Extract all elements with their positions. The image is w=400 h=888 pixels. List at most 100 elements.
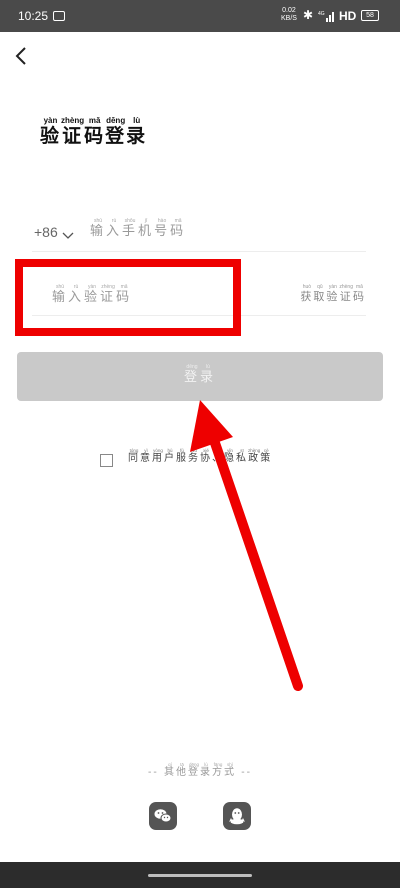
ruby-char: 证zhèng	[339, 284, 353, 303]
pinyin: dēng	[105, 116, 127, 125]
signal-label: 4G	[318, 11, 325, 17]
ruby-char: 码mǎ	[84, 116, 106, 147]
pinyin: shì	[224, 762, 236, 767]
ruby-char: 登dēng	[105, 116, 127, 147]
ruby-char: 证zhèng	[61, 116, 85, 147]
ruby-char: 验yàn	[40, 116, 62, 147]
status-bar: 10:25 0.02 KB/S ✱ 4G HD 58	[0, 0, 400, 32]
pinyin: qǔ	[313, 284, 327, 290]
pinyin: shū	[90, 218, 106, 224]
other-login-prefix: --	[148, 767, 159, 778]
pinyin: cè	[260, 448, 273, 453]
pinyin: dēng	[188, 762, 200, 767]
pinyin: rù	[106, 218, 123, 224]
annotation-highlight-box	[15, 259, 241, 336]
qq-login-button[interactable]	[223, 802, 251, 830]
net-speed-unit: KB/S	[281, 15, 297, 22]
ruby-char: 私sī	[236, 448, 248, 464]
ruby-char: 隐yǐn	[224, 448, 236, 464]
pinyin: mǎ	[353, 284, 366, 290]
get-code-button[interactable]: 获huò取qǔ验yàn证zhèng码mǎ	[300, 284, 366, 304]
wechat-icon	[154, 809, 172, 823]
pinyin: fāng	[212, 762, 224, 767]
ruby-char: 务wù	[188, 448, 200, 464]
agreement-text[interactable]: 同tóng意yì用yòng户hù服fú务wù协xié、隐yǐn私sī政zhèng…	[128, 448, 272, 464]
ruby-char: 协xié	[200, 448, 212, 464]
home-gesture-bar[interactable]	[148, 874, 252, 877]
pinyin: lù	[200, 762, 212, 767]
ruby-char: 验yàn	[326, 284, 340, 303]
qq-icon	[229, 808, 245, 825]
ruby-char: 同tóng	[128, 448, 140, 464]
ruby-char: 方fāng	[212, 762, 224, 778]
pinyin: lù	[200, 364, 216, 370]
ruby-char: 策cè	[260, 448, 273, 464]
notification-icon	[53, 11, 65, 21]
ruby-char: 式shì	[224, 762, 236, 778]
pinyin: xié	[200, 448, 212, 453]
phone-row: +86 输shū入rù手shǒu机jī号hào码mǎ	[32, 218, 366, 252]
back-button[interactable]	[10, 42, 36, 70]
pinyin: zhèng	[61, 116, 85, 125]
pinyin: yì	[140, 448, 152, 453]
pinyin: fú	[176, 448, 188, 453]
page-title: 验yàn证zhèng码mǎ登dēng录lù	[40, 116, 147, 148]
ruby-char: 户hù	[164, 448, 176, 464]
ruby-char: 取qǔ	[313, 284, 327, 303]
status-time: 10:25	[18, 9, 49, 23]
pinyin: zhèng	[248, 448, 261, 453]
pinyin: yǐn	[224, 448, 236, 453]
other-login-text: 其qí他tā登dēng录lù方fāng式shì	[164, 762, 236, 778]
net-speed: 0.02 KB/S	[281, 7, 297, 23]
pinyin: sī	[236, 448, 248, 453]
ruby-char: 政zhèng	[248, 448, 261, 464]
other-login-suffix: --	[241, 767, 252, 778]
pinyin: wù	[188, 448, 200, 453]
ruby-char: 录lù	[200, 762, 212, 778]
ruby-char: 码mǎ	[170, 218, 187, 239]
battery-level: 58	[366, 12, 374, 19]
other-login-label: -- 其qí他tā登dēng录lù方fāng式shì --	[0, 762, 400, 778]
ruby-char: 录lù	[200, 364, 217, 385]
ruby-char: 入rù	[106, 218, 123, 239]
ruby-char: 意yì	[140, 448, 152, 464]
pinyin: dēng	[183, 364, 200, 370]
pinyin: yàn	[40, 116, 62, 125]
battery-icon: 58	[361, 10, 379, 21]
ruby-char: 录lù	[126, 116, 148, 147]
phone-input[interactable]: 输shū入rù手shǒu机jī号hào码mǎ	[90, 218, 186, 239]
pinyin: hù	[164, 448, 176, 453]
pinyin: jī	[138, 218, 155, 224]
back-arrow-icon	[15, 47, 26, 65]
pinyin: huò	[300, 284, 314, 290]
ruby-char: 服fú	[176, 448, 188, 464]
pinyin: tóng	[128, 448, 140, 453]
pinyin: mǎ	[170, 218, 187, 224]
pinyin: hào	[154, 218, 171, 224]
login-button[interactable]: 登dēng录lù	[17, 352, 383, 401]
signal-icon: 4G	[318, 10, 336, 25]
ruby-char: 机jī	[138, 218, 155, 239]
ruby-char: 他tā	[176, 762, 188, 778]
ruby-char: 、	[212, 453, 224, 464]
system-navigation-bar	[0, 862, 400, 888]
ruby-char: 获huò	[300, 284, 314, 303]
chevron-down-icon[interactable]	[62, 226, 74, 245]
ruby-char: 码mǎ	[353, 284, 366, 303]
ruby-char: 登dēng	[183, 364, 200, 385]
net-speed-value: 0.02	[282, 7, 296, 14]
ruby-char: 手shǒu	[122, 218, 139, 239]
pinyin: mǎ	[84, 116, 106, 125]
pinyin: qí	[164, 762, 176, 767]
country-code-selector[interactable]: +86	[34, 224, 58, 240]
agreement-checkbox[interactable]	[100, 454, 113, 467]
pinyin: yàn	[326, 284, 340, 290]
pinyin: shǒu	[122, 218, 139, 224]
pinyin: tā	[176, 762, 188, 767]
ruby-char: 号hào	[154, 218, 171, 239]
pinyin: zhèng	[339, 284, 353, 290]
network-type: HD	[339, 9, 357, 23]
ruby-char: 用yòng	[152, 448, 164, 464]
ruby-char: 登dēng	[188, 762, 200, 778]
wechat-login-button[interactable]	[149, 802, 177, 830]
